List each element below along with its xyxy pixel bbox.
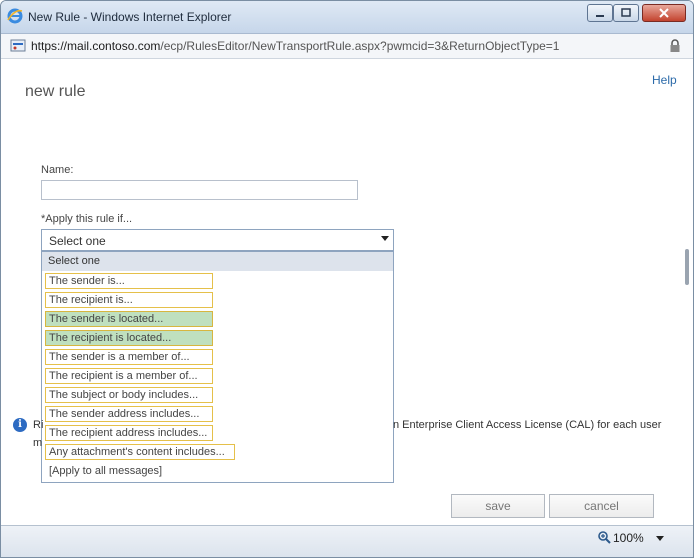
option-sender-located[interactable]: The sender is located... bbox=[45, 311, 213, 327]
window-title: New Rule - Windows Internet Explorer bbox=[28, 10, 232, 24]
help-link[interactable]: Help bbox=[652, 73, 677, 87]
name-input[interactable] bbox=[41, 180, 358, 200]
minimize-button[interactable] bbox=[587, 4, 613, 22]
option-recipient-located[interactable]: The recipient is located... bbox=[45, 330, 213, 346]
dropdown-arrow-icon[interactable] bbox=[381, 236, 389, 241]
save-button[interactable]: save bbox=[451, 494, 545, 518]
apply-rule-dropdown: Select one The sender is... The recipien… bbox=[41, 251, 394, 483]
name-label: Name: bbox=[41, 164, 74, 176]
title-bar: New Rule - Windows Internet Explorer bbox=[1, 1, 693, 34]
option-recipient-is[interactable]: The recipient is... bbox=[45, 292, 213, 308]
option-apply-all-messages[interactable]: [Apply to all messages] bbox=[46, 463, 165, 479]
page-icon bbox=[10, 39, 26, 52]
option-select-one[interactable]: Select one bbox=[42, 252, 393, 271]
option-sender-member-of[interactable]: The sender is a member of... bbox=[45, 349, 213, 365]
option-subject-body-includes[interactable]: The subject or body includes... bbox=[45, 387, 213, 403]
internet-explorer-icon bbox=[7, 8, 23, 24]
close-button[interactable] bbox=[642, 4, 686, 22]
option-sender-is[interactable]: The sender is... bbox=[45, 273, 213, 289]
minimize-icon bbox=[596, 15, 604, 17]
url-text[interactable]: https://mail.contoso.com/ecp/RulesEditor… bbox=[31, 39, 559, 53]
address-bar[interactable]: https://mail.contoso.com/ecp/RulesEditor… bbox=[1, 34, 693, 59]
select-value: Select one bbox=[49, 234, 106, 248]
info-text-fragment-2: m bbox=[33, 437, 43, 449]
page-title: new rule bbox=[25, 83, 86, 100]
option-attachment-content-includes[interactable]: Any attachment's content includes... bbox=[45, 444, 235, 460]
status-bar: 100% bbox=[1, 525, 693, 557]
zoom-icon[interactable] bbox=[597, 530, 611, 544]
info-text-fragment-1: Ri bbox=[33, 419, 44, 431]
close-icon bbox=[659, 8, 669, 18]
zoom-dropdown-icon[interactable] bbox=[656, 536, 664, 541]
url-path: /ecp/RulesEditor/NewTransportRule.aspx?p… bbox=[160, 39, 560, 53]
apply-rule-select[interactable]: Select one bbox=[41, 229, 394, 251]
apply-rule-label: *Apply this rule if... bbox=[41, 213, 133, 225]
scrollbar-thumb[interactable] bbox=[685, 249, 689, 285]
zoom-level[interactable]: 100% bbox=[613, 531, 644, 545]
maximize-icon bbox=[621, 8, 631, 17]
url-host: https://mail.contoso.com bbox=[31, 39, 161, 53]
option-recipient-member-of[interactable]: The recipient is a member of... bbox=[45, 368, 213, 384]
lock-icon[interactable] bbox=[669, 39, 681, 53]
browser-window: New Rule - Windows Internet Explorer htt… bbox=[0, 0, 694, 558]
cancel-button[interactable]: cancel bbox=[549, 494, 654, 518]
option-sender-address-includes[interactable]: The sender address includes... bbox=[45, 406, 213, 422]
option-recipient-address-includes[interactable]: The recipient address includes... bbox=[45, 425, 213, 441]
page-content: Help new rule Name: *Apply this rule if.… bbox=[1, 59, 693, 525]
info-icon: i bbox=[13, 418, 27, 432]
maximize-button[interactable] bbox=[613, 4, 639, 22]
info-text: n Enterprise Client Access License (CAL)… bbox=[393, 419, 662, 431]
